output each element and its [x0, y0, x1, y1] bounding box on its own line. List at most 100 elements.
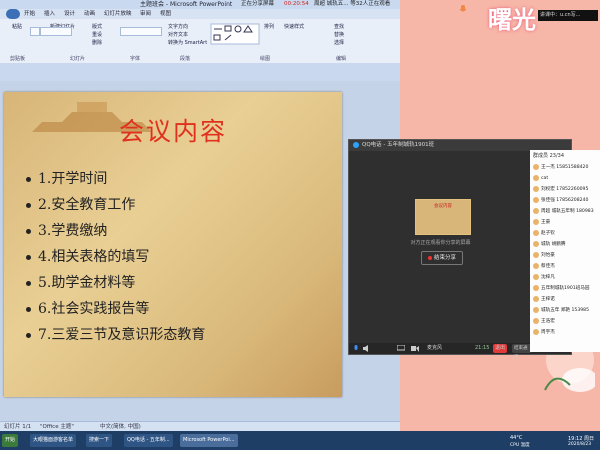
camera-icon[interactable]	[411, 345, 419, 352]
list-item[interactable]: 五年制城轨1901班马园	[533, 283, 600, 294]
avatar	[533, 185, 539, 192]
member-name: 蔡佳杰	[541, 264, 555, 269]
find-button[interactable]: 查找	[334, 23, 344, 30]
list-item[interactable]: cat	[533, 173, 600, 184]
taskbar-item[interactable]: 大眼猫面游客名单	[30, 434, 77, 447]
taskbar-item[interactable]: Microsoft PowerPoi...	[180, 434, 238, 447]
bullet-text: 5.助学金材料等	[38, 275, 136, 291]
bullet-text: 6.社会实践报告等	[38, 301, 150, 317]
outline-pane	[0, 63, 400, 81]
member-name: 王浩宏	[541, 319, 555, 324]
group-editing: 编辑	[336, 56, 347, 62]
bullet-text: 1.开学时间	[38, 171, 108, 187]
list-item[interactable]: 王梓诺	[533, 294, 600, 305]
taskbar-item[interactable]: 搜索一下	[86, 434, 113, 447]
list-item[interactable]: 周宇杰	[533, 327, 600, 338]
member-name: 刘权宏 17852260095	[541, 187, 589, 192]
text-direction-button[interactable]: 文字方向	[168, 23, 188, 30]
slide-title: 会议内容	[118, 117, 227, 146]
reset-button[interactable]: 重设	[92, 31, 102, 38]
avatar	[533, 229, 539, 236]
avatar	[533, 163, 539, 170]
member-name: 刘怡豪	[541, 253, 555, 258]
avatar	[533, 284, 539, 291]
list-item[interactable]: 刘权宏 17852260095	[533, 184, 600, 195]
avatar	[533, 218, 539, 225]
office-button[interactable]	[6, 9, 20, 19]
tab-review[interactable]: 审阅	[140, 9, 151, 19]
font-box[interactable]	[30, 27, 40, 36]
avatar	[533, 207, 539, 214]
ribbon-tabs: 开始 插入 设计 动画 幻灯片放映 审阅 视图	[0, 9, 400, 19]
qq-control-bar: 麦克风 21:15 退出 结束通话	[349, 343, 532, 360]
microphone-icon[interactable]	[353, 345, 359, 352]
smartart-button[interactable]: 转换为 SmartArt	[168, 39, 207, 46]
member-name: 王一杰 15851588420	[541, 165, 589, 170]
delete-button[interactable]: 删除	[92, 39, 102, 46]
list-item[interactable]: 赵子钦	[533, 228, 600, 239]
arrange-button[interactable]: 排列	[264, 23, 274, 30]
layout-button[interactable]: 版式	[92, 23, 102, 30]
member-name: 沈梓凡	[541, 275, 555, 280]
taskbar-item[interactable]: QQ电话 - 五年制...	[124, 434, 173, 447]
list-item[interactable]: 沈梓凡	[533, 272, 600, 283]
list-item[interactable]: 王浩宏	[533, 316, 600, 327]
shapes-gallery-icon[interactable]	[210, 23, 260, 45]
bullet-text: 4.相关表格的填写	[38, 249, 150, 265]
bullet-dot-icon	[26, 254, 31, 260]
bullet-item: 6.社会实践报告等	[26, 298, 149, 318]
clock-time[interactable]: 19:12 周日	[568, 435, 594, 442]
list-item[interactable]: 周超 城轨五年制 180983	[533, 206, 600, 217]
font-size-box[interactable]	[120, 27, 162, 36]
font-name-box[interactable]	[40, 27, 72, 36]
member-name: 周超 城轨五年制 180983	[541, 209, 594, 214]
member-name: 五年制城轨1901班马园	[541, 286, 590, 291]
list-item[interactable]: 城轨五年 郑艳 153985	[533, 305, 600, 316]
bullet-item: 1.开学时间	[26, 168, 107, 188]
tab-insert[interactable]: 插入	[44, 9, 55, 19]
group-paragraph: 段落	[180, 56, 191, 62]
list-item[interactable]: 刘怡豪	[533, 250, 600, 261]
share-viewers[interactable]: 周超 城轨五... 等32人正在观看	[314, 0, 390, 9]
weather-sub: CPU 温度	[510, 443, 530, 448]
group-font: 字体	[130, 56, 141, 62]
end-call-button[interactable]: 结束通话	[512, 344, 532, 360]
tab-home[interactable]: 开始	[24, 9, 35, 19]
bullet-item: 7.三爱三节及意识形态教育	[26, 324, 205, 344]
align-text-button[interactable]: 对齐文本	[168, 31, 188, 38]
member-name: 周宇杰	[541, 330, 555, 335]
qq-title: QQ电话 - 五年制城轨1901班	[362, 142, 435, 148]
stop-share-button[interactable]: 结束分享	[421, 251, 463, 265]
bullet-item: 4.相关表格的填写	[26, 246, 149, 266]
slide-canvas[interactable]: 会议内容 1.开学时间 2.安全教育工作 3.学费缴纳 4.相关表格的填写 5.…	[4, 92, 342, 397]
paste-button[interactable]: 粘贴	[12, 23, 22, 30]
start-button[interactable]: 开始	[2, 434, 19, 447]
list-item[interactable]: 城轨 胡鹏腾	[533, 239, 600, 250]
quick-styles-button[interactable]: 快速样式	[284, 23, 304, 30]
speaker-icon[interactable]	[363, 345, 370, 352]
member-list: 群成员 23/34 王一杰 15851588420 cat 刘权宏 178522…	[530, 150, 600, 352]
select-button[interactable]: 选择	[334, 39, 344, 46]
ribbon: 粘贴 新建幻灯片 版式 重设 删除 文字方向 对齐文本 转换为 SmartArt…	[0, 19, 400, 64]
tab-view[interactable]: 视图	[160, 9, 171, 19]
list-item[interactable]: 王一杰 15851588420	[533, 162, 600, 173]
list-item[interactable]: 张佳强 17856208240	[533, 195, 600, 206]
clock-date[interactable]: 2020/8/23	[568, 442, 591, 447]
list-item[interactable]: 王豪	[533, 217, 600, 228]
share-time: 00:20:54	[284, 1, 309, 7]
avatar	[533, 251, 539, 258]
member-name: 城轨五年 郑艳 153985	[541, 308, 590, 313]
tab-design[interactable]: 设计	[64, 9, 75, 19]
avatar	[533, 306, 539, 313]
avatar	[533, 240, 539, 247]
replace-button[interactable]: 替换	[334, 31, 344, 38]
mic-overlay-icon[interactable]	[458, 4, 468, 14]
member-count: 群成员 23/34	[533, 153, 564, 159]
bullet-dot-icon	[26, 228, 31, 234]
tab-slideshow[interactable]: 幻灯片放映	[104, 9, 132, 19]
tab-animations[interactable]: 动画	[84, 9, 95, 19]
list-item[interactable]: 蔡佳杰	[533, 261, 600, 272]
screen-share-icon[interactable]	[397, 345, 405, 352]
powerpoint-window: 主题班会 - Microsoft PowerPoint 正在分享屏幕 00:20…	[0, 0, 400, 450]
exit-button[interactable]: 退出	[493, 344, 508, 353]
